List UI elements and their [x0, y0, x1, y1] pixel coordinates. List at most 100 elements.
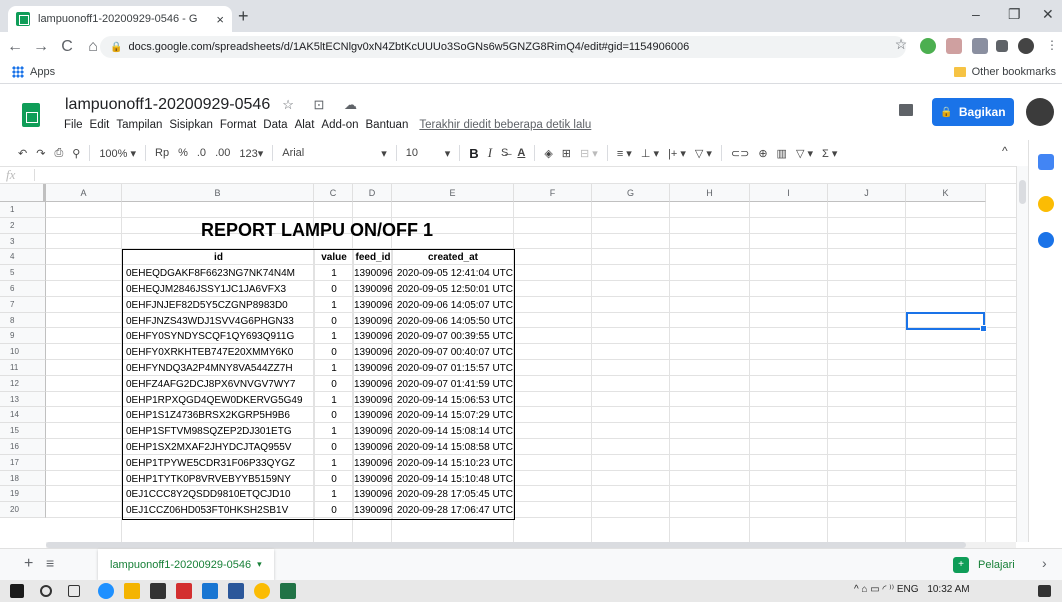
header-id-cell[interactable]: id [123, 250, 315, 267]
row-header-7[interactable]: 7 [0, 296, 46, 313]
reload-button[interactable]: C [56, 38, 78, 56]
value-cell[interactable]: 1 [315, 297, 354, 314]
zoom-select[interactable]: 100% ▾ [99, 147, 136, 160]
row-header-14[interactable]: 14 [0, 407, 46, 424]
created-at-cell[interactable]: 2020-09-14 15:08:14 UTC [393, 424, 515, 440]
value-cell[interactable]: 0 [315, 439, 354, 456]
feed-id-cell[interactable]: 1390096 [354, 487, 393, 504]
created-at-cell[interactable]: 2020-09-05 12:41:04 UTC [393, 266, 515, 282]
feed-id-cell[interactable]: 1390096 [354, 408, 393, 425]
edge-browser-icon[interactable] [98, 583, 114, 599]
search-icon[interactable] [40, 585, 52, 597]
clock[interactable]: 10:32 AM [927, 584, 969, 595]
url-input[interactable]: 🔒 docs.google.com/spreadsheets/d/1AK5ltE… [100, 36, 906, 58]
text-rotate-icon[interactable]: ▽ ▾ [695, 147, 712, 160]
header-feed-id-cell[interactable]: feed_id [354, 250, 393, 267]
column-header-a[interactable]: A [46, 184, 122, 202]
title-action-icons[interactable]: ☆ ⊡ ☁ [282, 97, 365, 113]
created-at-cell[interactable]: 2020-09-14 15:08:58 UTC [393, 440, 515, 456]
close-window-button[interactable]: ✕ [1042, 6, 1054, 23]
menu-insert[interactable]: Sisipkan [169, 119, 212, 131]
created-at-cell[interactable]: 2020-09-07 00:40:07 UTC [393, 345, 515, 361]
extensions-puzzle-icon[interactable] [996, 40, 1008, 52]
value-cell[interactable]: 1 [315, 392, 354, 409]
row-header-10[interactable]: 10 [0, 344, 46, 360]
id-cell[interactable]: 0EHP1SFTVM98SQZEP2DJ301ETG [123, 424, 315, 441]
row-header-1[interactable]: 1 [0, 202, 46, 218]
value-cell[interactable]: 0 [315, 471, 354, 488]
menu-format[interactable]: Format [220, 119, 256, 131]
column-header-h[interactable]: H [670, 184, 750, 202]
created-at-cell[interactable]: 2020-09-05 12:50:01 UTC [393, 282, 515, 298]
keep-icon[interactable] [1038, 196, 1054, 212]
text-color-button[interactable]: A [517, 147, 525, 159]
undo-icon[interactable]: ↶ [18, 147, 27, 160]
browser-menu-icon[interactable]: ⋮ [1046, 38, 1058, 54]
value-cell[interactable]: 1 [315, 329, 354, 346]
paint-format-icon[interactable]: ⚲ [72, 147, 80, 160]
share-button[interactable]: 🔒 Bagikan [932, 98, 1014, 126]
select-all-corner[interactable] [0, 184, 46, 202]
id-cell[interactable]: 0EJ1CCZ06HD053FT0HKSH2SB1V [123, 503, 315, 520]
feed-id-cell[interactable]: 1390096 [354, 297, 393, 314]
feed-id-cell[interactable]: 1390096 [354, 313, 393, 330]
feed-id-cell[interactable]: 1390096 [354, 424, 393, 441]
row-header-8[interactable]: 8 [0, 312, 46, 329]
vertical-align-icon[interactable]: ⊥ ▾ [641, 147, 659, 160]
created-at-cell[interactable]: 2020-09-07 00:39:55 UTC [393, 329, 515, 345]
created-at-cell[interactable]: 2020-09-28 17:06:47 UTC [393, 503, 515, 519]
id-cell[interactable]: 0EHP1RPXQGD4QEW0DKERVG5G49 [123, 392, 315, 409]
feed-id-cell[interactable]: 1390096 [354, 360, 393, 377]
tasks-icon[interactable] [1038, 232, 1054, 248]
value-cell[interactable]: 1 [315, 424, 354, 441]
font-size-select[interactable]: 10 [406, 147, 436, 159]
functions-icon[interactable]: Σ ▾ [822, 147, 837, 160]
tray-icons[interactable]: ^ ⌂ ▭ ◜ ⁾⁾ ENG [854, 584, 919, 595]
font-size-caret-icon[interactable]: ▾ [445, 147, 451, 160]
borders-icon[interactable]: ⊞ [562, 147, 571, 160]
row-header-17[interactable]: 17 [0, 454, 46, 471]
currency-format-button[interactable]: Rp [155, 147, 169, 159]
row-header-6[interactable]: 6 [0, 281, 46, 297]
feed-id-cell[interactable]: 1390096 [354, 455, 393, 472]
merge-cells-icon[interactable]: ⊟ ▾ [580, 147, 598, 160]
row-header-20[interactable]: 20 [0, 502, 46, 518]
decrease-decimal-button[interactable]: .0 [197, 147, 206, 159]
value-cell[interactable]: 0 [315, 313, 354, 330]
comment-history-icon[interactable] [899, 104, 913, 116]
row-header-13[interactable]: 13 [0, 391, 46, 408]
row-header-3[interactable]: 3 [0, 233, 46, 250]
sheet-tab-caret-icon[interactable]: ▾ [257, 559, 262, 570]
account-avatar[interactable] [1026, 98, 1054, 126]
feed-id-cell[interactable]: 1390096 [354, 345, 393, 362]
column-header-c[interactable]: C [314, 184, 353, 202]
id-cell[interactable]: 0EHEQDGAKF8F6623NG7NK74N4M [123, 266, 315, 283]
formula-bar[interactable]: fx [0, 166, 1016, 184]
feed-id-cell[interactable]: 1390096 [354, 266, 393, 283]
created-at-cell[interactable]: 2020-09-14 15:07:29 UTC [393, 408, 515, 424]
created-at-cell[interactable]: 2020-09-06 14:05:50 UTC [393, 314, 515, 330]
feed-id-cell[interactable]: 1390096 [354, 376, 393, 393]
profile-avatar-icon[interactable] [1018, 38, 1034, 54]
selected-cell-k8[interactable] [906, 311, 987, 332]
column-header-g[interactable]: G [592, 184, 670, 202]
text-wrap-icon[interactable]: |+ ▾ [668, 147, 686, 160]
collapse-menus-icon[interactable]: ^ [1002, 144, 1008, 158]
id-cell[interactable]: 0EHFYNDQ3A2P4MNY8VA544ZZ7H [123, 360, 315, 377]
row-header-12[interactable]: 12 [0, 375, 46, 392]
id-cell[interactable]: 0EHP1TPYWE5CDR31F06P33QYGZ [123, 455, 315, 472]
last-edit-link[interactable]: Terakhir diedit beberapa detik lalu [419, 119, 591, 131]
bookmark-star-icon[interactable]: ☆ [890, 36, 912, 53]
font-family-select[interactable]: Arial [282, 147, 372, 159]
id-cell[interactable]: 0EHFY0XRKHTEB747E20XMMY6K0 [123, 345, 315, 362]
number-format-select[interactable]: 123▾ [239, 147, 263, 160]
increase-decimal-button[interactable]: .00 [215, 147, 230, 159]
row-header-2[interactable]: 2 [0, 217, 46, 234]
windows-start-icon[interactable] [10, 584, 24, 598]
insert-link-icon[interactable]: ⊂⊃ [731, 147, 749, 160]
menu-data[interactable]: Data [263, 119, 287, 131]
menu-edit[interactable]: Edit [90, 119, 110, 131]
column-header-d[interactable]: D [353, 184, 392, 202]
explore-icon[interactable]: + [953, 557, 969, 573]
extension-icon-3[interactable] [972, 38, 988, 54]
